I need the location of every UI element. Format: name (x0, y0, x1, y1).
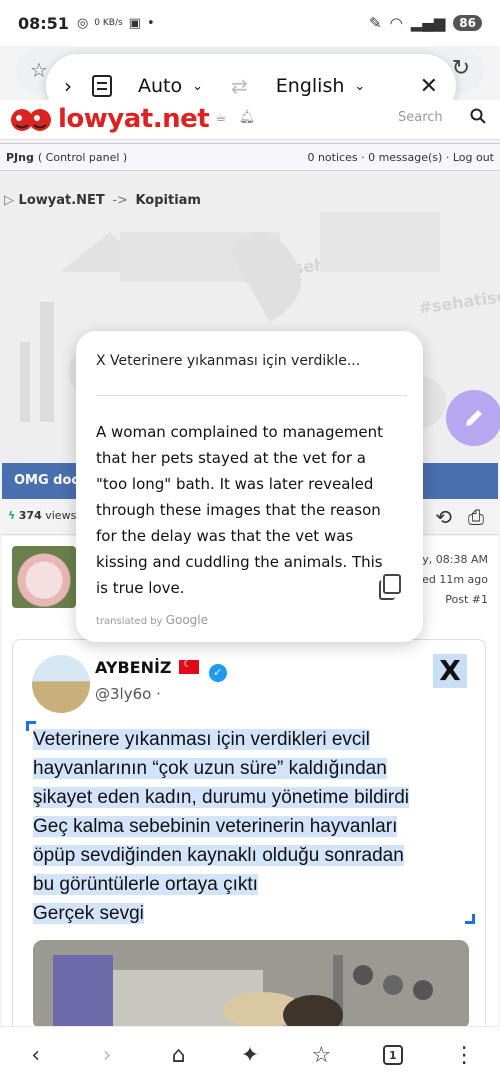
search-input[interactable]: Search (398, 110, 443, 125)
tweet-author-name[interactable]: AYBENİZ (95, 658, 172, 677)
post-edited: ted 11m ago (417, 573, 488, 586)
network-speed: 0 KB/s (94, 18, 123, 28)
browser-bottom-nav: ‹ › ⌂ ✦ ☆ 1 ⋮ (0, 1026, 500, 1083)
google-brand: Google (165, 613, 208, 627)
tweet-author-handle[interactable]: @3ly6o (95, 685, 151, 703)
status-bar: 08:51 ◎ 0 KB/s ▣ • ✎ ◠ ▂▄▆ 86 (0, 0, 500, 46)
copy-icon[interactable] (379, 574, 401, 600)
site-header: lowyat.net ☕ 🔔︎ Search (0, 100, 500, 140)
breadcrumb-home[interactable]: Lowyat.NET (19, 193, 105, 208)
post-info: ay, 08:38 AM ted 11m ago Post #1 (416, 550, 488, 610)
print-icon[interactable]: ⎙ (468, 505, 484, 529)
menu-icon[interactable]: ⋮ (444, 1035, 484, 1075)
bookmarks-icon[interactable]: ☆ (301, 1035, 341, 1075)
bookmark-star-icon[interactable]: ☆ (30, 58, 48, 82)
site-logo[interactable]: lowyat.net (58, 104, 210, 134)
username-link[interactable]: PJng (6, 151, 34, 164)
translation-source-text: X Veterinere yıkanması için verdikle... (96, 353, 361, 369)
control-panel-link[interactable]: ( Control panel ) (38, 151, 127, 164)
translation-credit: translated by Google (96, 613, 208, 627)
translation-result-text: A woman complained to management that he… (96, 423, 383, 597)
close-icon[interactable]: ✕ (420, 74, 438, 99)
control-panel-bar: PJng ( Control panel ) 0 notices · 0 mes… (0, 143, 500, 171)
breadcrumb-arrow-icon: ▷ (4, 193, 14, 208)
logout-link[interactable]: Log out (453, 151, 494, 164)
document-icon[interactable] (92, 75, 112, 97)
notices-link[interactable]: 0 notices (307, 151, 357, 164)
embedded-tweet[interactable]: AYBENİZ ✓ @3ly6o · X Veterinere yıkanmas… (12, 639, 486, 1039)
compose-fab[interactable] (446, 390, 500, 446)
tabs-button[interactable]: 1 (373, 1035, 413, 1075)
thread-title: OMG doc (14, 473, 80, 488)
mute-icon: ✎ (369, 14, 382, 32)
lightning-icon: ϟ (8, 509, 16, 522)
sparkle-icon[interactable]: ✦ (230, 1035, 270, 1075)
bell-icon[interactable]: 🔔︎ (239, 110, 256, 125)
signal-icon: ▂▄▆ (410, 14, 446, 32)
wifi-icon: ◠ (389, 14, 403, 32)
tabs-count: 1 (382, 1045, 403, 1065)
x-logo-icon[interactable]: X (433, 654, 467, 688)
breadcrumb-forum[interactable]: Kopitiam (135, 193, 201, 208)
cup-icon[interactable]: ☕ (215, 110, 227, 125)
tweet-text-line: şikayet eden kadın, durumu yönetime bild… (33, 787, 409, 808)
views-label: views (45, 509, 77, 522)
tweet-text-line: hayvanlarının “çok uzun süre” kaldığında… (33, 758, 387, 779)
views-count: 374 (18, 509, 42, 522)
status-time: 08:51 (18, 13, 69, 33)
forward-icon[interactable]: › (87, 1035, 127, 1075)
post-date: ay, 08:38 AM (415, 553, 488, 566)
battery-indicator: 86 (453, 15, 482, 31)
app-notification-icon: ▣ (128, 15, 141, 31)
swap-languages-icon[interactable]: ⇄ (231, 74, 248, 98)
tweet-author-avatar[interactable] (32, 655, 90, 713)
divider (96, 395, 407, 396)
tweet-text-line: Veterinere yıkanması için verdikleri evc… (33, 729, 370, 750)
chevron-down-icon: ⌄ (354, 78, 366, 94)
tweet-media-image[interactable] (33, 940, 469, 1030)
whatsapp-icon: ◎ (76, 15, 89, 31)
translation-popup: X Veterinere yıkanması için verdikle... … (76, 331, 423, 642)
breadcrumb: ▷ Lowyat.NET -> Kopitiam (4, 193, 201, 208)
target-language-select[interactable]: English ⌄ (276, 75, 366, 97)
chevron-right-icon[interactable]: › (64, 74, 72, 98)
chevron-down-icon: ⌄ (192, 78, 204, 94)
notification-dot-icon: • (146, 15, 155, 31)
back-icon[interactable]: ‹ (16, 1035, 56, 1075)
verified-badge-icon: ✓ (208, 664, 227, 682)
source-language-select[interactable]: Auto ⌄ (138, 75, 203, 97)
tweet-text-line: Gerçek sevgi (33, 903, 144, 924)
tweet-text-line: bu görüntülerle ortaya çıktı (33, 874, 258, 895)
messages-link[interactable]: 0 message(s) (368, 151, 442, 164)
selection-handle-end[interactable] (465, 914, 475, 924)
pencil-icon (466, 410, 482, 426)
history-icon[interactable]: ⟲ (435, 505, 452, 529)
search-icon[interactable] (470, 108, 486, 124)
vet-clinic-photo (33, 940, 469, 1030)
tweet-text-line: Geç kalma sebebinin veterinerin hayvanla… (33, 816, 398, 837)
tweet-text: Veterinere yıkanması için verdikleri evc… (33, 725, 473, 928)
tweet-text-line: öpüp sevdiğinden kaynaklı olduğu sonrada… (33, 845, 404, 866)
home-icon[interactable]: ⌂ (159, 1035, 199, 1075)
post-number[interactable]: Post #1 (416, 590, 488, 610)
lowyat-mascot-logo (11, 109, 51, 131)
poster-avatar[interactable] (12, 546, 76, 608)
turkey-flag-icon (179, 659, 200, 674)
